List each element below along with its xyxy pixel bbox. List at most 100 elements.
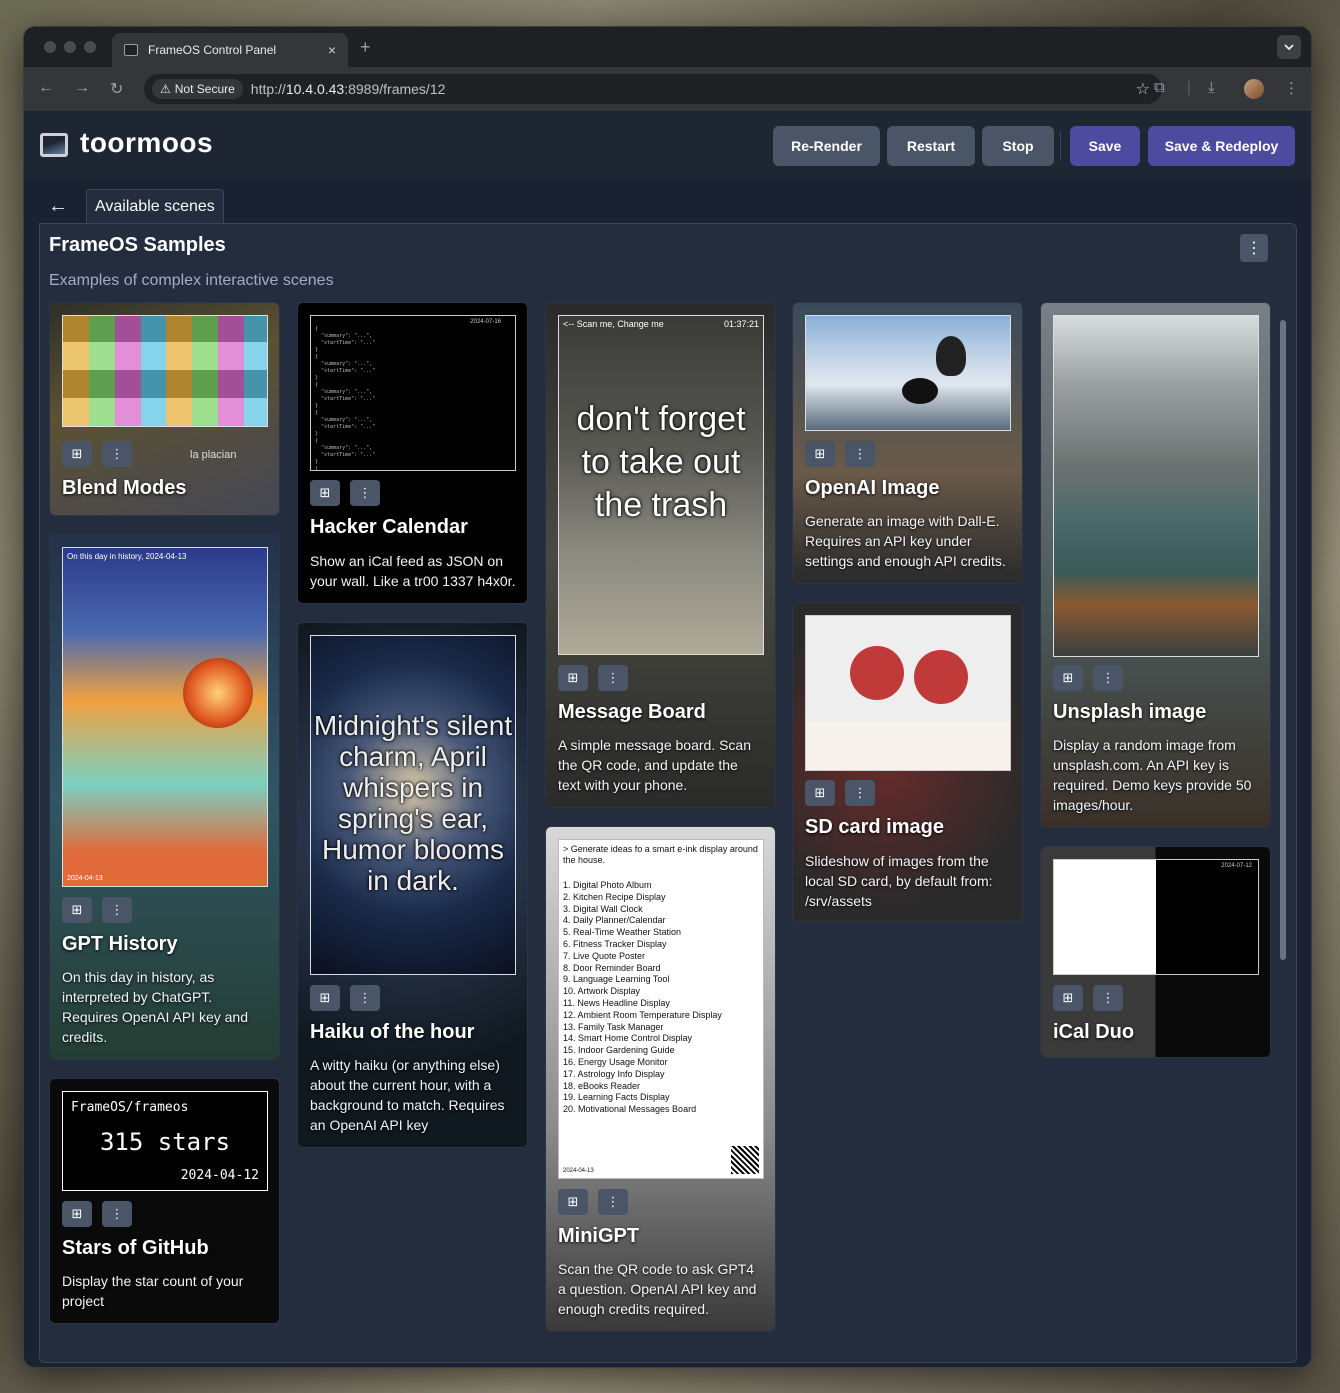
restart-button[interactable]: Restart [887,126,975,166]
minimize-window-dot[interactable] [64,41,76,53]
url-text[interactable]: http://10.4.0.43:8989/frames/12 [251,81,446,97]
profile-avatar[interactable] [1244,79,1264,99]
scrollbar-thumb[interactable] [1280,320,1286,960]
card-actions: ⊞ ⋮ [558,1189,628,1215]
tab-bar: FrameOS Control Panel × + [24,27,1311,67]
minigpt-list-item: 4. Daily Planner/Calendar [563,915,666,926]
kebab-icon: ⋮ [853,785,867,800]
minigpt-list-item: 10. Artwork Display [563,986,641,997]
scene-card-minigpt[interactable]: > Generate ideas fo a smart e-ink displa… [545,826,776,1332]
card-menu-button[interactable]: ⋮ [350,985,380,1011]
folder-plus-icon: ⊞ [567,1194,579,1209]
message-text: don't forget to take out the trash [576,400,746,524]
bookmark-star-icon[interactable]: ☆ [1136,79,1150,99]
panel-menu-button[interactable]: ⋮ [1240,234,1268,262]
minigpt-list-item: 8. Door Reminder Board [563,962,661,973]
terminal-favicon-icon [124,44,138,56]
folder-plus-icon: ⊞ [71,1206,83,1221]
save-redeploy-button[interactable]: Save & Redeploy [1148,126,1295,166]
scene-card-gpt-history[interactable]: On this day in history, 2024-04-13 2024-… [49,534,280,1060]
card-actions: ⊞ ⋮ [1053,985,1123,1011]
kebab-icon: ⋮ [853,446,867,461]
card-description: Display a random image from unsplash.com… [1053,737,1252,813]
close-tab-icon[interactable]: × [328,42,336,58]
url-path: :8989/frames/12 [344,81,446,97]
url-prefix: http:// [250,81,286,97]
message-scan-hint: <-- Scan me, Change me [563,319,664,329]
card-title: SD card image [805,816,944,838]
minigpt-list-item: 2. Kitchen Recipe Display [563,891,666,902]
add-to-frame-button[interactable]: ⊞ [805,780,835,806]
extensions-icon[interactable]: ⧉ [1154,79,1165,96]
download-icon[interactable]: ⤓ [1208,79,1215,96]
card-menu-button[interactable]: ⋮ [845,780,875,806]
add-to-frame-button[interactable]: ⊞ [62,897,92,923]
haiku-text: Midnight's silent charm, April whispers … [313,710,513,896]
scene-card-blend-modes[interactable]: la placian ⊞ ⋮ Blend Modes [49,302,280,516]
more-menu-icon[interactable]: ⋮ [1284,79,1299,97]
stop-button[interactable]: Stop [982,126,1054,166]
kebab-icon: ⋮ [110,902,124,917]
gpt-history-footer: 2024-04-13 [67,875,103,882]
card-actions: ⊞ ⋮ [62,897,132,923]
add-to-frame-button[interactable]: ⊞ [558,665,588,691]
qr-code-icon [731,1146,759,1174]
minigpt-list-item: 1. Digital Photo Album [563,880,652,890]
browser-tab[interactable]: FrameOS Control Panel × [112,33,348,67]
close-window-dot[interactable] [44,41,56,53]
folder-plus-icon: ⊞ [319,990,331,1005]
new-tab-button[interactable]: + [360,37,371,58]
minigpt-list-item: 12. Ambient Room Temperature Display [563,1009,722,1020]
add-to-frame-button[interactable]: ⊞ [310,480,340,506]
card-menu-button[interactable]: ⋮ [598,1189,628,1215]
scene-card-ical-duo[interactable]: 2024-07-12 ⊞ ⋮ iCal Duo [1040,846,1271,1058]
scene-card-sd-card[interactable]: ⊞ ⋮ SD card image Slideshow of images fr… [792,602,1023,922]
ical-duo-preview: 2024-07-12 [1053,859,1259,975]
folder-plus-icon: ⊞ [71,902,83,917]
add-to-frame-button[interactable]: ⊞ [805,441,835,467]
scene-card-stars-of-github[interactable]: FrameOS/frameos 315 stars 2024-04-12 ⊞ ⋮… [49,1078,280,1324]
back-arrow-icon[interactable]: ← [48,195,68,218]
card-menu-button[interactable]: ⋮ [102,897,132,923]
maximize-window-dot[interactable] [84,41,96,53]
card-actions: ⊞ ⋮ [310,480,380,506]
back-icon[interactable]: ← [38,79,54,97]
card-menu-button[interactable]: ⋮ [1093,665,1123,691]
stars-repo: FrameOS/frameos [71,1100,189,1115]
add-to-frame-button[interactable]: ⊞ [62,1201,92,1227]
card-title: iCal Duo [1053,1021,1135,1043]
tab-search-button[interactable] [1277,35,1301,59]
minigpt-list: 1. Digital Photo Album 2. Kitchen Recipe … [563,880,722,1116]
tab-available-scenes[interactable]: Available scenes [86,189,224,223]
card-menu-button[interactable]: ⋮ [102,441,132,467]
kebab-icon: ⋮ [1101,990,1115,1005]
minigpt-list-item: 20. Motivational Messages Board [563,1104,697,1115]
card-menu-button[interactable]: ⋮ [1093,985,1123,1011]
add-to-frame-button[interactable]: ⊞ [1053,985,1083,1011]
card-title: Hacker Calendar [310,516,468,538]
kebab-icon: ⋮ [606,1194,620,1209]
card-menu-button[interactable]: ⋮ [598,665,628,691]
rerender-button[interactable]: Re-Render [773,126,880,166]
add-to-frame-button[interactable]: ⊞ [1053,665,1083,691]
scene-card-haiku[interactable]: Midnight's silent charm, April whispers … [297,622,528,1148]
scene-card-hacker-calendar[interactable]: 2024-07-16 { "summary": "...", "startTim… [297,302,528,604]
address-bar[interactable]: ⚠ Not Secure http://10.4.0.43:8989/frame… [144,74,1162,104]
card-title: GPT History [62,933,178,955]
add-to-frame-button[interactable]: ⊞ [310,985,340,1011]
reload-icon[interactable]: ↻ [110,79,123,99]
card-menu-button[interactable]: ⋮ [845,441,875,467]
add-to-frame-button[interactable]: ⊞ [62,441,92,467]
card-menu-button[interactable]: ⋮ [102,1201,132,1227]
scene-card-message-board[interactable]: <-- Scan me, Change me 01:37:21 don't fo… [545,302,776,808]
card-title: Stars of GitHub [62,1237,209,1259]
card-menu-button[interactable]: ⋮ [350,480,380,506]
forward-icon[interactable]: → [74,79,90,97]
card-description: Slideshow of images from the local SD ca… [805,853,993,909]
save-button[interactable]: Save [1070,126,1140,166]
not-secure-badge[interactable]: ⚠ Not Secure [152,79,243,99]
minigpt-list-item: 5. Real-Time Weather Station [563,927,682,938]
scene-card-openai-image[interactable]: ⊞ ⋮ OpenAI Image Generate an image with … [792,302,1023,584]
add-to-frame-button[interactable]: ⊞ [558,1189,588,1215]
scene-card-unsplash[interactable]: ⊞ ⋮ Unsplash image Display a random imag… [1040,302,1271,828]
